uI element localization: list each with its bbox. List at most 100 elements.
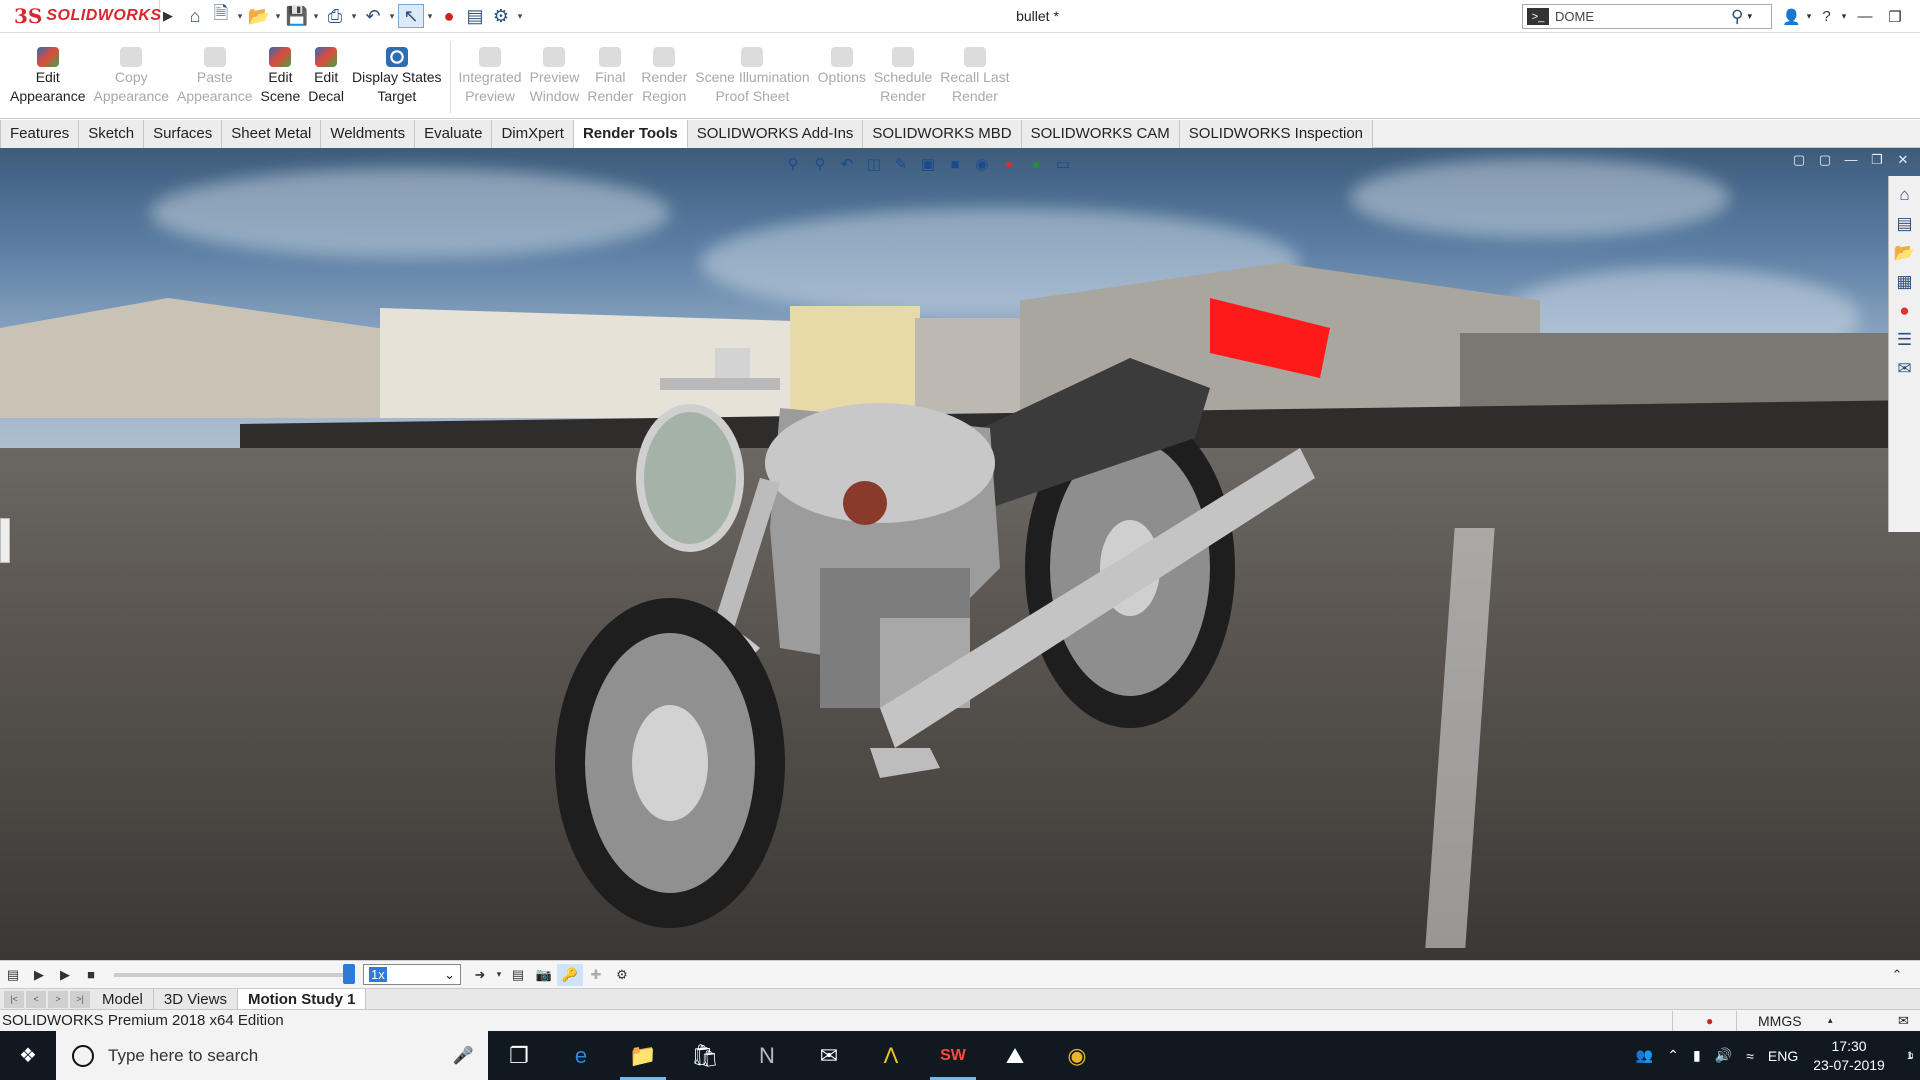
zoom-area-icon[interactable]: ⚲	[809, 154, 831, 174]
save-icon[interactable]: 💾	[284, 4, 310, 28]
design-library-icon[interactable]: ▤	[1893, 209, 1917, 238]
save-dropdown-icon[interactable]: ▾	[310, 11, 322, 22]
task-view-icon[interactable]: ❐	[488, 1031, 550, 1080]
tile-vertical-icon[interactable]: ▢	[1814, 152, 1836, 168]
custom-properties-icon[interactable]: ☰	[1893, 325, 1917, 354]
tab-solidworks-add-ins[interactable]: SOLIDWORKS Add-Ins	[687, 120, 864, 148]
headlight[interactable]	[636, 404, 744, 552]
solidworks-logo[interactable]: 3S SOLIDWORKS	[0, 0, 161, 33]
edit-appearance-button[interactable]: Edit Appearance	[10, 33, 86, 106]
mail-icon[interactable]: ✉	[798, 1031, 860, 1080]
clock[interactable]: 17:30 23-07-2019	[1813, 1037, 1885, 1075]
tab-solidworks-cam[interactable]: SOLIDWORKS CAM	[1021, 120, 1180, 148]
tab-motion-study-1[interactable]: Motion Study 1	[237, 988, 367, 1010]
autodesk-icon[interactable]: Λ	[860, 1031, 922, 1080]
motorcycle-model[interactable]	[0, 148, 1920, 960]
timeline-slider[interactable]	[114, 963, 355, 984]
print-dropdown-icon[interactable]: ▾	[348, 11, 360, 22]
tab-solidworks-inspection[interactable]: SOLIDWORKS Inspection	[1179, 120, 1374, 148]
tab-3d-views[interactable]: 3D Views	[154, 988, 238, 1010]
graphics-area[interactable]: ⚲ ⚲ ↶ ◫ ✎ ▣ ■ ◉ ● ● ▭ ▢ ▢ — ❐ ✕ ⌂ ▤ 📂 ▦ …	[0, 148, 1920, 960]
minimize-icon[interactable]: —	[1850, 8, 1880, 25]
select-icon[interactable]: ↖	[398, 4, 424, 28]
new-dropdown-icon[interactable]: ▾	[234, 11, 246, 22]
integrated-preview-button[interactable]: Integrated Preview	[459, 33, 522, 106]
tab-sheet-metal[interactable]: Sheet Metal	[222, 120, 322, 148]
solidworks-taskbar-icon[interactable]: SW	[922, 1031, 984, 1080]
timeline-slider-thumb[interactable]	[343, 963, 355, 984]
user-icon[interactable]: 👤	[1780, 8, 1803, 26]
search-dropdown-icon[interactable]: ▾	[1747, 11, 1752, 22]
final-render-button[interactable]: Final Render	[587, 33, 633, 106]
tab-model[interactable]: Model	[92, 988, 154, 1010]
user-dropdown-icon[interactable]: ▾	[1803, 11, 1815, 22]
preview-window-button[interactable]: Preview Window	[530, 33, 579, 106]
tooltip-status-icon[interactable]: ✉	[1898, 1013, 1909, 1029]
help-icon[interactable]: ?	[1815, 8, 1838, 25]
tab-features[interactable]: Features	[0, 120, 80, 148]
play-icon[interactable]: ▶	[52, 964, 78, 986]
search-icon[interactable]: ⚲	[1731, 7, 1743, 27]
play-from-start-icon[interactable]: ▶	[26, 964, 52, 986]
calculate-icon[interactable]: ▤	[0, 964, 26, 986]
hide-show-icon[interactable]: ◉	[971, 154, 993, 174]
view-settings-icon[interactable]: ▭	[1052, 154, 1074, 174]
section-view-icon[interactable]: ◫	[863, 154, 885, 174]
restore-icon[interactable]: ❐	[1880, 8, 1910, 26]
motion-study-properties-icon[interactable]: ⚙	[609, 964, 635, 986]
appearances-icon[interactable]: ●	[1893, 296, 1917, 325]
zoom-to-fit-icon[interactable]: ⚲	[782, 154, 804, 174]
search-input[interactable]	[1555, 9, 1725, 24]
photos-icon[interactable]: ⛰	[984, 1031, 1046, 1080]
language-indicator[interactable]: ENG	[1768, 1048, 1798, 1064]
notes-app-icon[interactable]: N	[736, 1031, 798, 1080]
file-explorer-taskbar-icon[interactable]: 📁	[612, 1031, 674, 1080]
options-gear-icon[interactable]: ⚙	[488, 4, 514, 28]
undo-dropdown-icon[interactable]: ▾	[386, 11, 398, 22]
display-states-target-button[interactable]: Display States Target	[352, 33, 442, 106]
battery-icon[interactable]: ▮	[1693, 1047, 1701, 1064]
open-icon[interactable]: 📂	[246, 4, 272, 28]
menu-expand-arrow-icon[interactable]: ▶	[160, 5, 176, 27]
next-tab-icon[interactable]: >	[48, 990, 68, 1008]
tab-evaluate[interactable]: Evaluate	[415, 120, 493, 148]
tail-section[interactable]	[1210, 298, 1330, 378]
help-dropdown-icon[interactable]: ▾	[1838, 11, 1850, 22]
playback-mode-icon[interactable]: ➜	[467, 964, 493, 986]
save-animation-icon[interactable]: ▤	[505, 964, 531, 986]
viewport-minimize-icon[interactable]: —	[1840, 152, 1862, 168]
file-properties-icon[interactable]: ▤	[462, 4, 488, 28]
first-tab-icon[interactable]: |<	[4, 990, 24, 1008]
open-dropdown-icon[interactable]: ▾	[272, 11, 284, 22]
volume-icon[interactable]: 🔊	[1715, 1047, 1732, 1064]
front-hub[interactable]	[632, 705, 708, 821]
options-dropdown-icon[interactable]: ▾	[514, 11, 526, 22]
tile-horizontal-icon[interactable]: ▢	[1788, 152, 1810, 168]
chrome-icon[interactable]: ◉	[1046, 1031, 1108, 1080]
rebuild-icon[interactable]: ●	[436, 4, 462, 28]
recall-last-render-button[interactable]: Recall Last Render	[940, 33, 1010, 106]
apply-scene-icon[interactable]: ●	[1025, 154, 1047, 174]
prev-tab-icon[interactable]: <	[26, 990, 46, 1008]
previous-view-icon[interactable]: ↶	[836, 154, 858, 174]
last-tab-icon[interactable]: >|	[70, 990, 90, 1008]
animation-wizard-icon[interactable]: 📷	[531, 964, 557, 986]
tab-dimxpert[interactable]: DimXpert	[492, 120, 574, 148]
view-orientation-icon[interactable]: ▣	[917, 154, 939, 174]
forum-icon[interactable]: ✉	[1893, 354, 1917, 383]
tab-weldments[interactable]: Weldments	[321, 120, 416, 148]
handlebar[interactable]	[660, 378, 780, 390]
home-icon[interactable]: ⌂	[182, 4, 208, 28]
file-explorer-icon[interactable]: 📂	[1893, 238, 1917, 267]
dynamic-annotation-icon[interactable]: ✎	[890, 154, 912, 174]
print-icon[interactable]: ⎙	[322, 4, 348, 28]
windows-start-icon[interactable]: ❖	[0, 1031, 56, 1080]
options-button[interactable]: Options	[818, 33, 866, 87]
tab-sketch[interactable]: Sketch	[79, 120, 145, 148]
autokey-icon[interactable]: 🔑	[557, 963, 583, 986]
edit-appearance-icon[interactable]: ●	[998, 154, 1020, 174]
scene-illumination-proof-sheet-button[interactable]: Scene Illumination Proof Sheet	[695, 33, 810, 106]
render-region-button[interactable]: Render Region	[641, 33, 687, 106]
people-icon[interactable]: 👥	[1636, 1047, 1653, 1064]
edit-decal-button[interactable]: Edit Decal	[308, 33, 344, 106]
